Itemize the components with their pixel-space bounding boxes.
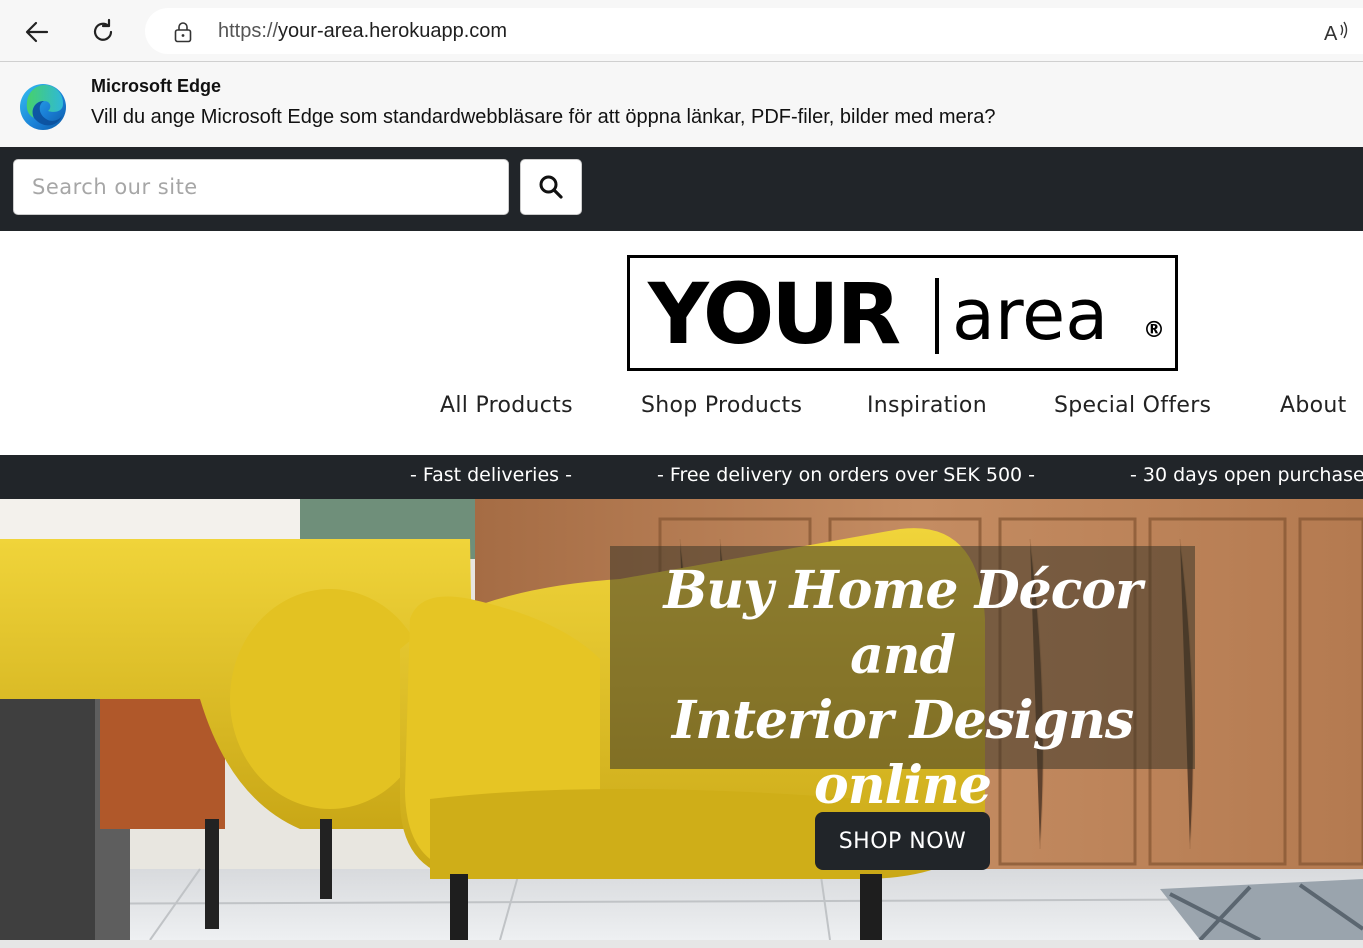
- url-text[interactable]: https://your-area.herokuapp.com: [218, 20, 507, 43]
- lock-icon: [174, 22, 192, 43]
- notification-message: Vill du ange Microsoft Edge som standard…: [91, 106, 996, 128]
- ticker-item: - Fast deliveries -: [410, 464, 572, 486]
- logo-area-text: area: [952, 274, 1109, 356]
- reload-button[interactable]: [83, 12, 123, 52]
- hero-banner: Buy Home Décor and Interior Designs onli…: [0, 499, 1363, 940]
- logo-divider: [935, 278, 939, 354]
- address-bar[interactable]: https://your-area.herokuapp.com A: [145, 8, 1363, 54]
- main-navigation: All Products Shop Products Inspiration S…: [0, 393, 1363, 433]
- site-logo[interactable]: YOUR area ®: [627, 255, 1178, 371]
- logo-your-text: YOUR: [648, 265, 901, 363]
- url-host: your-area.herokuapp.com: [278, 20, 508, 42]
- back-arrow-icon: [25, 21, 49, 43]
- page-bottom-strip: [0, 940, 1363, 948]
- search-icon: [539, 175, 563, 199]
- search-input[interactable]: [13, 159, 509, 215]
- registered-mark: ®: [1143, 318, 1165, 343]
- back-button[interactable]: [17, 12, 57, 52]
- hero-heading-line: Interior Designs: [671, 690, 1134, 751]
- ticker-item: - 30 days open purchase -: [1130, 464, 1363, 486]
- svg-text:A: A: [1324, 23, 1338, 45]
- reload-icon: [93, 18, 113, 41]
- promo-ticker: - Fast deliveries - - Free delivery on o…: [0, 455, 1363, 499]
- url-scheme: https://: [218, 20, 279, 42]
- hero-heading-line: Buy Home Décor and: [663, 560, 1142, 686]
- nav-special-offers[interactable]: Special Offers: [1054, 393, 1211, 418]
- default-browser-notification: Microsoft Edge Vill du ange Microsoft Ed…: [0, 62, 1363, 147]
- search-button[interactable]: [520, 159, 582, 215]
- browser-toolbar: https://your-area.herokuapp.com A: [0, 0, 1363, 62]
- nav-inspiration[interactable]: Inspiration: [867, 393, 987, 418]
- nav-about[interactable]: About: [1280, 393, 1347, 418]
- nav-all-products[interactable]: All Products: [440, 393, 573, 418]
- site-header: YOUR area ® All Products Shop Products I…: [0, 231, 1363, 455]
- read-aloud-icon[interactable]: A: [1323, 19, 1351, 45]
- ticker-item: - Free delivery on orders over SEK 500 -: [657, 464, 1036, 486]
- shop-now-button[interactable]: SHOP NOW: [815, 812, 990, 870]
- edge-logo-icon: [20, 84, 66, 130]
- nav-shop-products[interactable]: Shop Products: [641, 393, 802, 418]
- hero-heading-line: online: [814, 755, 992, 816]
- notification-title: Microsoft Edge: [91, 76, 222, 96]
- site-top-bar: [0, 147, 1363, 231]
- hero-heading-box: Buy Home Décor and Interior Designs onli…: [610, 546, 1195, 816]
- hero-heading: Buy Home Décor and Interior Designs onli…: [610, 558, 1195, 818]
